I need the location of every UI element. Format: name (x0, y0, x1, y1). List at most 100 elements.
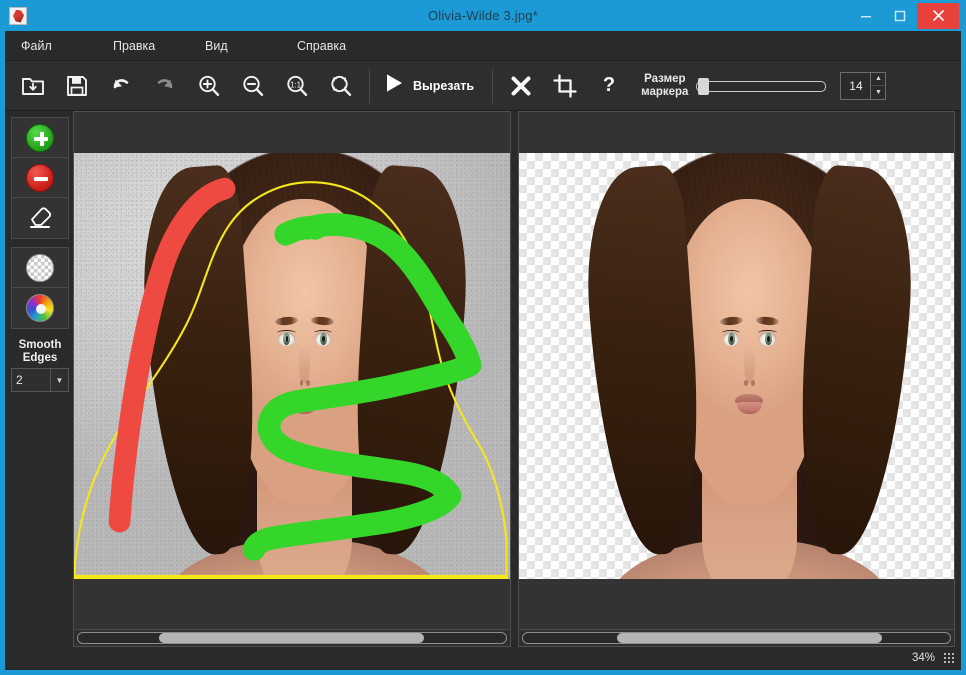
open-folder-icon[interactable] (11, 65, 55, 107)
cross-x-icon[interactable] (499, 65, 543, 107)
red-minus-icon (26, 163, 54, 192)
scroll-thumb[interactable] (159, 633, 425, 643)
marker-size-stepper[interactable]: 14 ▲ ▼ (840, 71, 887, 100)
portrait-cutout (579, 153, 919, 579)
svg-text:?: ? (603, 74, 615, 96)
play-triangle-icon (382, 71, 406, 100)
toolbar-separator-2 (492, 68, 494, 103)
scroll-thumb[interactable] (616, 633, 882, 643)
cut-button-label: Вырезать (413, 78, 475, 93)
source-canvas[interactable] (74, 112, 510, 629)
remove-marker-button[interactable] (12, 158, 68, 198)
source-image-viewport[interactable] (74, 153, 510, 579)
window-title: Olivia-Wilde 3.jpg* (427, 8, 538, 23)
marker-size-label: Размер маркера (641, 72, 689, 98)
scroll-track[interactable] (521, 632, 951, 644)
maximize-button[interactable] (883, 4, 917, 28)
crop-icon[interactable] (543, 65, 587, 107)
toolbar-separator-1 (369, 68, 370, 103)
status-bar: 34% (5, 647, 961, 669)
save-disk-icon[interactable] (55, 65, 99, 107)
nose-cutout (743, 346, 755, 387)
transparent-background-button[interactable] (12, 248, 68, 288)
keep-marker-button[interactable] (12, 118, 68, 158)
window-chrome: Файл Правка Вид Справка 1:1 Вырезать ? Р… (5, 31, 961, 670)
nostril-right (306, 380, 311, 387)
spin-down-arrow-icon[interactable]: ▼ (871, 86, 885, 99)
window-controls (849, 0, 961, 31)
eyelash-left (277, 330, 296, 336)
lips-cutout (735, 393, 764, 414)
eye-left-cutout (721, 330, 741, 346)
resize-grip-icon[interactable] (943, 652, 955, 664)
portrait-subject (135, 153, 475, 579)
application-window: Olivia-Wilde 3.jpg* Файл Правка Вид Спра… (0, 0, 966, 675)
zoom-fit-icon[interactable] (319, 65, 363, 107)
green-plus-icon (26, 123, 54, 152)
stepper-buttons: ▲ ▼ (870, 72, 886, 99)
background-tool-group (11, 247, 69, 329)
eyelash-right-cutout (758, 330, 777, 336)
result-image-viewport[interactable] (518, 153, 954, 579)
smooth-edges-combobox[interactable]: 2 ▼ (11, 368, 69, 392)
workspace: Smooth Edges 2 ▼ (5, 111, 961, 647)
eye-right (313, 330, 333, 346)
title-bar: Olivia-Wilde 3.jpg* (5, 0, 961, 31)
pupil-right (322, 336, 326, 343)
lips (290, 393, 319, 414)
redo-arrow-icon[interactable] (143, 65, 187, 107)
eyelash-right (313, 330, 333, 336)
pupil-left (285, 336, 289, 343)
close-button[interactable] (917, 2, 959, 29)
lower-lip (292, 401, 318, 414)
svg-text:1:1: 1:1 (290, 80, 302, 89)
zoom-in-icon[interactable] (187, 65, 231, 107)
menu-file[interactable]: Файл (13, 35, 105, 57)
main-toolbar: 1:1 Вырезать ? Размер маркера 14 ▲ ▼ (5, 61, 961, 111)
marker-size-value[interactable]: 14 (841, 73, 870, 99)
eyebrow-left-cutout (719, 316, 744, 327)
zoom-1to1-icon[interactable]: 1:1 (275, 65, 319, 107)
undo-arrow-icon[interactable] (99, 65, 143, 107)
cut-button[interactable]: Вырезать (376, 65, 486, 107)
nostril-left-cutout (744, 380, 748, 387)
pupil-right-cutout (766, 336, 770, 343)
smooth-edges-control: Smooth Edges 2 ▼ (11, 337, 69, 392)
smooth-edges-value[interactable]: 2 (12, 369, 50, 391)
result-horizontal-scrollbar[interactable] (518, 629, 954, 646)
menu-help[interactable]: Справка (289, 35, 381, 57)
nostril-right-cutout (750, 380, 755, 387)
menu-view[interactable]: Вид (197, 35, 289, 57)
result-photo (518, 153, 954, 579)
result-preview-panel (517, 111, 955, 647)
panel-container (69, 111, 961, 647)
slider-thumb[interactable] (698, 77, 710, 95)
nose (299, 346, 311, 387)
zoom-level-label: 34% (911, 652, 935, 664)
spin-up-arrow-icon[interactable]: ▲ (871, 73, 886, 86)
background-color-button[interactable] (12, 288, 68, 328)
minimize-button[interactable] (849, 4, 883, 28)
eye-left (277, 330, 296, 346)
slider-track (696, 80, 827, 92)
marker-tool-group (11, 117, 69, 239)
eyebrow-right-cutout (755, 316, 780, 327)
scroll-track[interactable] (77, 632, 507, 644)
pupil-left-cutout (730, 336, 733, 343)
chevron-down-icon[interactable]: ▼ (50, 369, 68, 391)
app-logo-icon (9, 6, 27, 25)
source-horizontal-scrollbar[interactable] (74, 629, 510, 646)
result-canvas[interactable] (518, 112, 954, 629)
eraser-icon (25, 203, 55, 234)
zoom-out-icon[interactable] (231, 65, 275, 107)
eye-right-cutout (758, 330, 777, 346)
eyelash-left-cutout (721, 330, 741, 336)
color-wheel-icon (26, 294, 54, 322)
checkerboard-circle-icon (26, 253, 54, 282)
question-mark-icon[interactable]: ? (587, 65, 631, 107)
marker-size-slider[interactable] (696, 77, 827, 95)
source-image-panel (73, 111, 511, 647)
eraser-button[interactable] (12, 198, 68, 238)
eyebrow-right (310, 316, 335, 327)
menu-edit[interactable]: Правка (105, 35, 197, 57)
